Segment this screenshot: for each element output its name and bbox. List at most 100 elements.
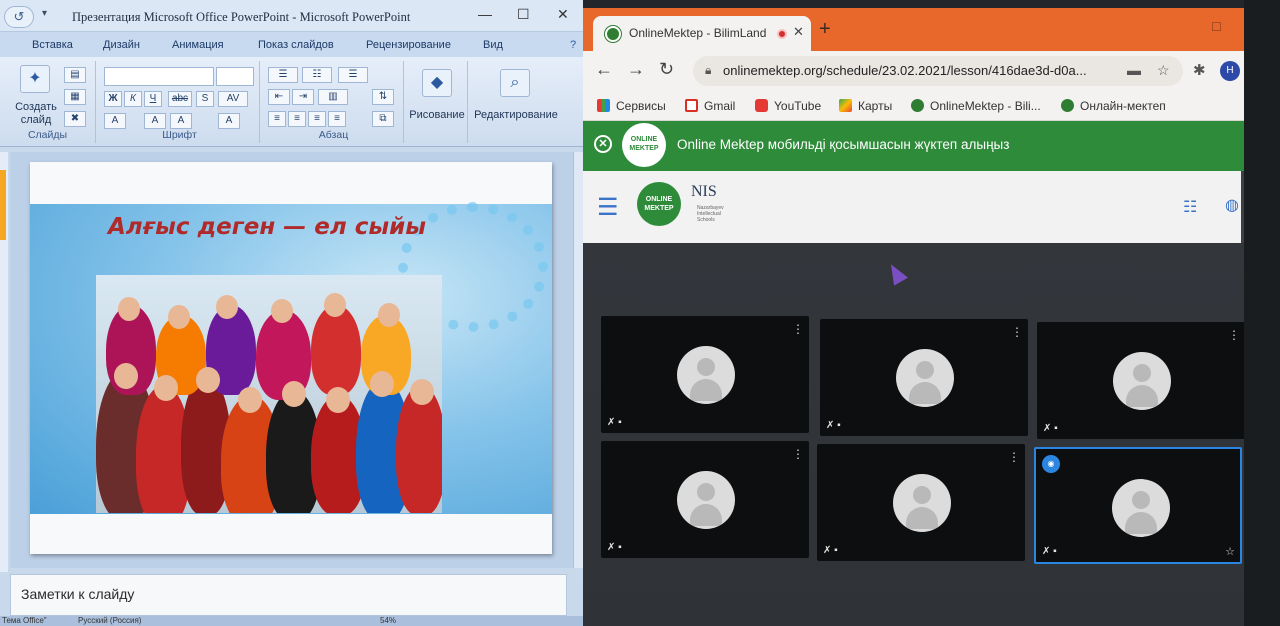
bold-icon[interactable]: Ж	[104, 91, 122, 107]
editing-button[interactable]: Редактирование	[470, 109, 562, 122]
slide-vertical-scrollbar[interactable]	[573, 152, 583, 568]
url-text[interactable]: onlinemektep.org/schedule/23.02.2021/les…	[723, 63, 1087, 78]
undo-icon[interactable]: ↺	[4, 6, 34, 28]
video-meeting-area: ⋮ ✗ ▪ ⋮ ✗ ▪ ⋮ ✗ ▪ ⋮ ✗ ▪ ⋮ ✗ ▪ ✗ ▪ ◉ ☆	[583, 243, 1244, 626]
new-slide-button[interactable]: Создать слайд	[10, 101, 62, 127]
new-slide-icon[interactable]: ✦	[20, 65, 50, 93]
numbering-icon[interactable]: ☷	[302, 67, 332, 83]
address-bar[interactable]: 🔒︎ onlinemektep.org/schedule/23.02.2021/…	[693, 56, 1183, 86]
bookmark-services[interactable]: Сервисы	[597, 99, 666, 113]
indent-increase-icon[interactable]: ⇥	[292, 89, 314, 105]
menu-icon[interactable]: ☰	[597, 193, 619, 222]
slide[interactable]: Алғыс деген — ел сыйы	[30, 162, 552, 554]
tab-slideshow[interactable]: Показ слайдов	[258, 39, 334, 51]
lock-icon[interactable]: 🔒︎	[705, 63, 711, 78]
participant-tile[interactable]: ⋮ ✗ ▪	[601, 316, 809, 433]
notes-pane[interactable]: Заметки к слайду	[10, 574, 567, 616]
tab-animation[interactable]: Анимация	[172, 39, 224, 51]
browser-tab[interactable]: OnlineMektep - BilimLand ✕	[593, 16, 811, 51]
layout-icon[interactable]: ▤	[64, 67, 86, 83]
indent-decrease-icon[interactable]: ⇤	[268, 89, 290, 105]
tab-review[interactable]: Рецензирование	[366, 39, 451, 51]
quick-access-dropdown-icon[interactable]: ▾	[42, 8, 47, 19]
reset-icon[interactable]: ▦	[64, 89, 86, 105]
drawing-icon[interactable]: ◆	[422, 69, 452, 97]
back-icon[interactable]: ←	[595, 59, 613, 80]
speaking-indicator-icon: ◉	[1042, 455, 1060, 473]
align-center-icon[interactable]: ≡	[288, 111, 306, 127]
cast-icon[interactable]: ▬	[1127, 62, 1141, 78]
tab-insert[interactable]: Вставка	[32, 39, 73, 51]
onlinemektep-logo[interactable]: ONLINE MEKTEP	[637, 182, 681, 226]
participant-tile[interactable]: ⋮ ✗ ▪	[601, 441, 809, 558]
slide-title[interactable]: Алғыс деген — ел сыйы	[108, 214, 426, 240]
participant-tile[interactable]: ⋮ ✗ ▪	[1037, 322, 1244, 439]
font-size-combo[interactable]	[216, 67, 254, 86]
status-bar: Тема Office" Русский (Россия) 54%	[0, 616, 583, 626]
font-color-icon[interactable]: A	[218, 113, 240, 129]
help-icon[interactable]: ?	[570, 39, 576, 51]
maximize-button[interactable]: ☐	[517, 6, 530, 23]
forward-icon[interactable]: →	[627, 59, 645, 80]
tile-more-icon[interactable]: ⋮	[1011, 325, 1023, 339]
site-header: ☰ ONLINE MEKTEP NIS Nazarbayev Intellect…	[583, 171, 1241, 243]
list-view-icon[interactable]: ☷	[1183, 197, 1197, 217]
bookmark-maps[interactable]: Карты	[839, 99, 892, 113]
shrink-font-icon[interactable]: A	[170, 113, 192, 129]
tab-design[interactable]: Дизайн	[103, 39, 140, 51]
bookmark-label: Gmail	[704, 99, 736, 113]
tab-close-icon[interactable]: ✕	[793, 24, 804, 40]
notes-placeholder[interactable]: Заметки к слайду	[21, 586, 134, 602]
line-spacing-icon[interactable]: ☰	[338, 67, 368, 83]
underline-icon[interactable]: Ч	[144, 91, 162, 107]
columns-icon[interactable]: ▥	[318, 89, 348, 105]
bullets-icon[interactable]: ☰	[268, 67, 298, 83]
new-tab-icon[interactable]: +	[819, 18, 831, 41]
tab-view[interactable]: Вид	[483, 39, 503, 51]
status-zoom[interactable]: 54%	[380, 616, 396, 625]
bookmark-online-mektep[interactable]: Онлайн-мектеп	[1061, 99, 1166, 113]
participant-tile[interactable]: ⋮ ✗ ▪	[820, 319, 1028, 436]
bookmark-youtube[interactable]: YouTube	[755, 99, 821, 113]
bookmark-star-icon[interactable]: ☆	[1157, 62, 1170, 79]
tile-more-icon[interactable]: ⋮	[792, 322, 804, 336]
smartart-icon[interactable]: ⧉	[372, 111, 394, 127]
reload-icon[interactable]: ↻	[659, 59, 674, 80]
participant-tile[interactable]: ⋮ ✗ ▪	[817, 444, 1025, 561]
italic-icon[interactable]: К	[124, 91, 142, 107]
powerpoint-window: ↺ ▾ Презентация Microsoft Office PowerPo…	[0, 0, 583, 626]
font-name-combo[interactable]	[104, 67, 214, 86]
align-right-icon[interactable]: ≡	[308, 111, 326, 127]
banner-text[interactable]: Online Mektep мобильді қосымшасын жүктеп…	[677, 137, 1009, 152]
tab-title: OnlineMektep - BilimLand	[629, 26, 767, 40]
bookmark-gmail[interactable]: Gmail	[685, 99, 735, 113]
tile-more-icon[interactable]: ⋮	[1228, 328, 1240, 342]
window-restore-icon[interactable]: ☐	[1211, 20, 1222, 34]
find-binoculars-icon[interactable]: ⌕	[500, 69, 530, 97]
bookmark-onlinemektep[interactable]: OnlineMektep - Bili...	[911, 99, 1041, 113]
shadow-icon[interactable]: S	[196, 91, 214, 107]
drawing-button[interactable]: Рисование	[406, 109, 468, 122]
slide-photo-children-in-costumes[interactable]	[96, 275, 442, 513]
delete-slide-icon[interactable]: ✖	[64, 111, 86, 127]
clear-format-icon[interactable]: A	[104, 113, 126, 129]
align-left-icon[interactable]: ≡	[268, 111, 286, 127]
participant-tile[interactable]: ✗ ▪ ◉ ☆	[1034, 447, 1242, 564]
status-language[interactable]: Русский (Россия)	[78, 616, 141, 625]
spacing-icon[interactable]: AV	[218, 91, 248, 107]
banner-close-icon[interactable]: ✕	[594, 135, 612, 153]
pin-star-icon[interactable]: ☆	[1225, 545, 1235, 558]
text-direction-icon[interactable]: ⇅	[372, 89, 394, 105]
globe-icon[interactable]: ◍	[1225, 195, 1239, 215]
grow-font-icon[interactable]: A	[144, 113, 166, 129]
minimize-button[interactable]: —	[478, 6, 492, 22]
strikethrough-icon[interactable]: abc	[168, 91, 192, 107]
tile-more-icon[interactable]: ⋮	[1008, 450, 1020, 464]
close-button[interactable]: ✕	[557, 6, 569, 23]
slide-thumbnails-pane[interactable]	[0, 152, 8, 572]
justify-icon[interactable]: ≡	[328, 111, 346, 127]
tile-more-icon[interactable]: ⋮	[792, 447, 804, 461]
extensions-icon[interactable]: ✱	[1193, 61, 1206, 79]
profile-avatar[interactable]: H	[1220, 61, 1240, 81]
ribbon-tabs: Вставка Дизайн Анимация Показ слайдов Ре…	[0, 33, 583, 57]
